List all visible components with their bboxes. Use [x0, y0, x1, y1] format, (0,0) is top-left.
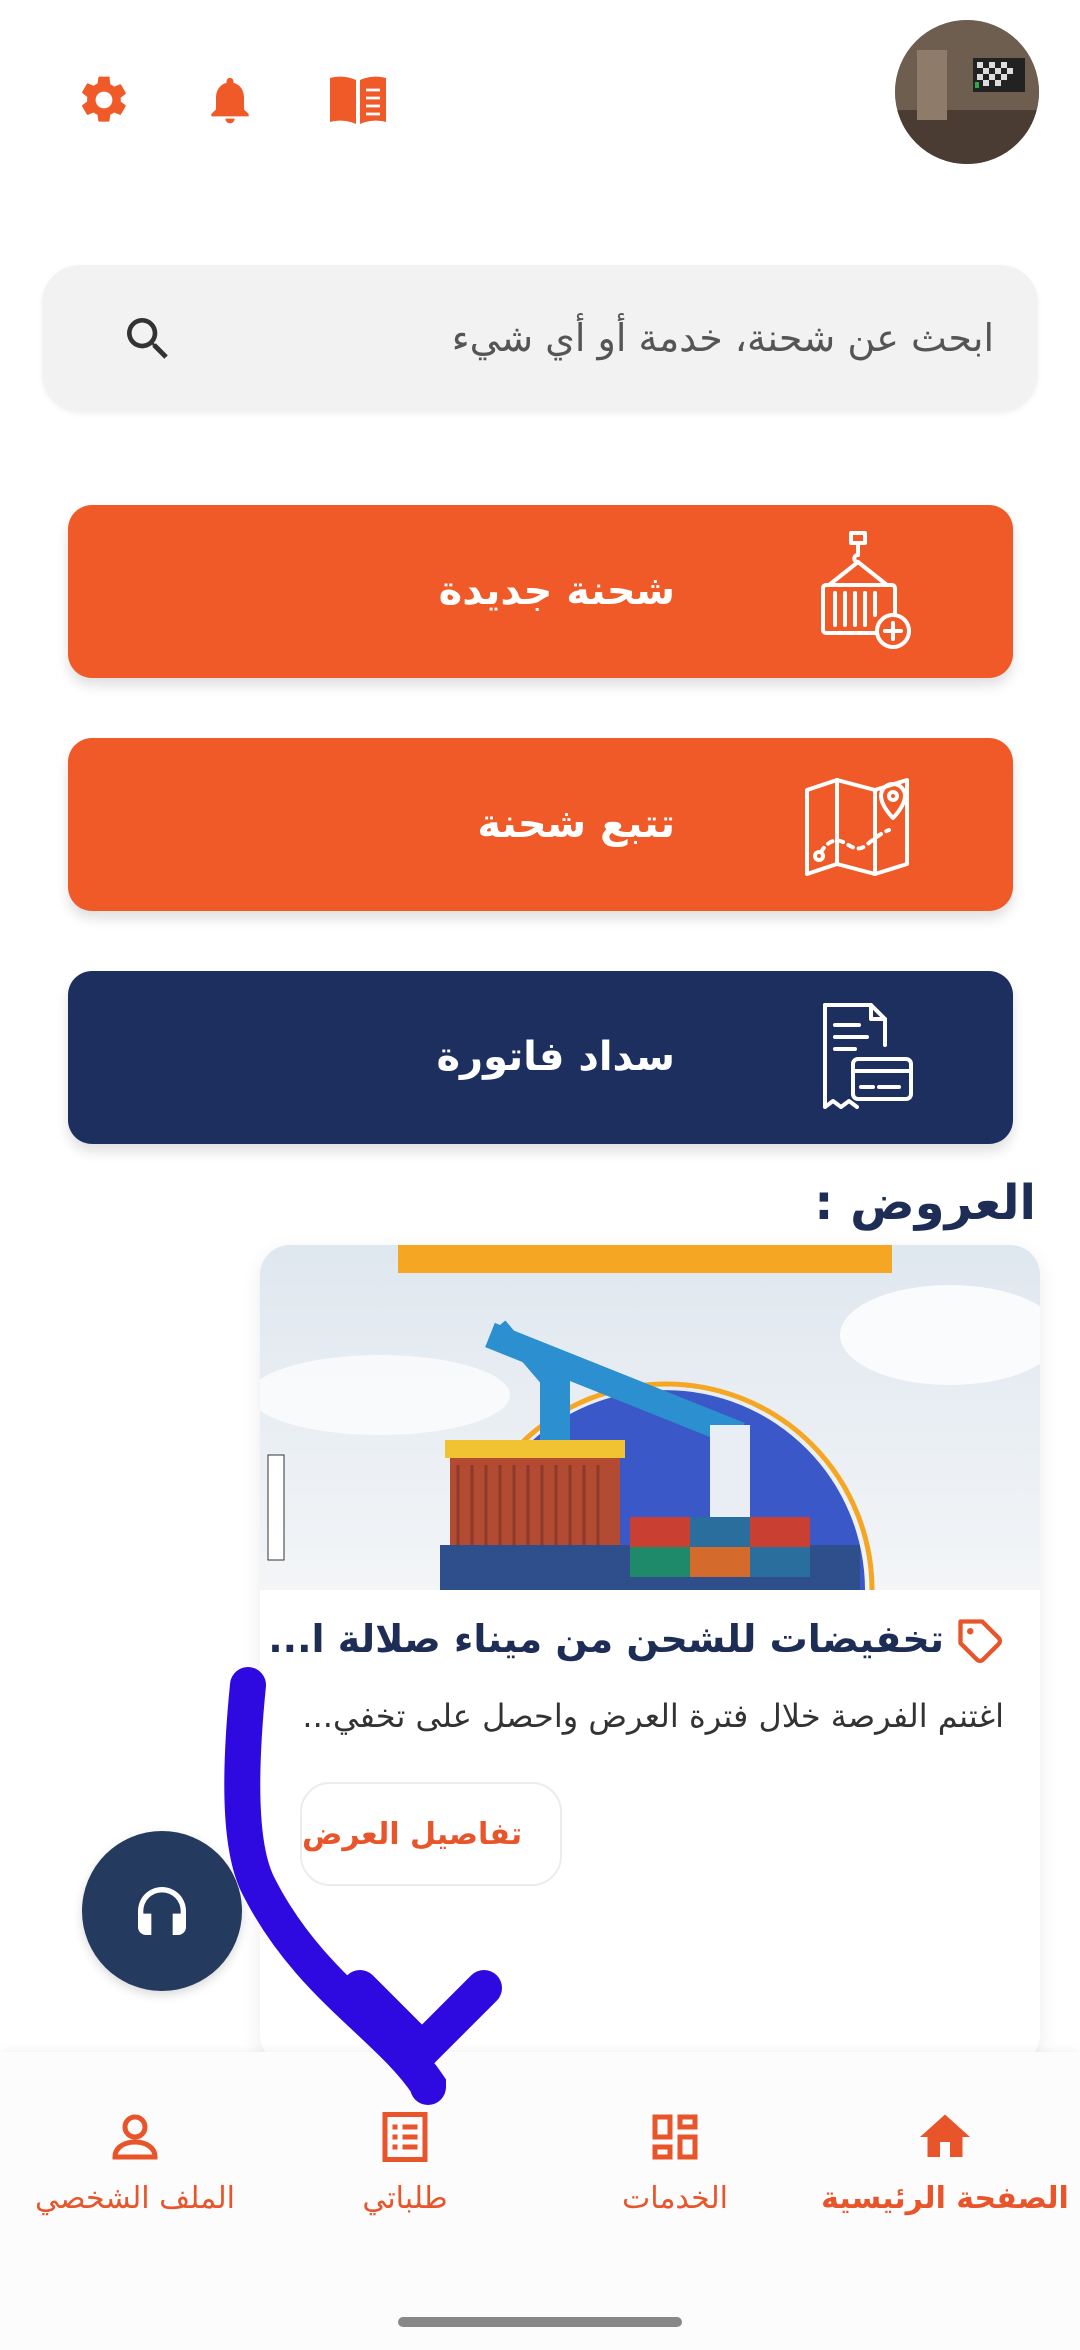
container-crane-icon: [821, 531, 911, 649]
avatar[interactable]: [895, 20, 1039, 164]
map-pin-icon: [805, 778, 909, 876]
pay-invoice-label: سداد فاتورة: [436, 1034, 675, 1080]
offer-image-port-crane: [260, 1245, 1040, 1590]
offer-details-button[interactable]: تفاصيل العرض: [300, 1782, 562, 1886]
track-shipment-label: تتبع شحنة: [477, 801, 675, 847]
bottom-nav: الصفحة الرئيسية الخدمات طلباتي الملف الش…: [0, 2052, 1080, 2350]
search-icon: [127, 318, 168, 359]
offer-description: اغتنم الفرصة خلال فترة العرض واحصل على ت…: [302, 1697, 1004, 1735]
nav-item-profile[interactable]: الملف الشخصي: [0, 2107, 270, 2247]
nav-label-home: الصفحة الرئيسية: [821, 2181, 1069, 2216]
search-input[interactable]: ابحث عن شحنة، خدمة أو أي شيء: [452, 265, 994, 412]
nav-label-profile: الملف الشخصي: [35, 2181, 235, 2216]
invoice-card-icon: [823, 1003, 913, 1109]
new-shipment-label: شحنة جديدة: [438, 568, 675, 614]
grid-icon: [652, 2114, 698, 2160]
nav-item-services[interactable]: الخدمات: [540, 2107, 810, 2247]
nav-item-my-orders[interactable]: طلباتي: [270, 2107, 540, 2247]
gear-icon: [82, 76, 126, 122]
tag-icon: [958, 1619, 1002, 1663]
pay-invoice-button[interactable]: سداد فاتورة: [68, 971, 1013, 1144]
bell-icon: [211, 77, 249, 124]
search-bar[interactable]: ابحث عن شحنة، خدمة أو أي شيء: [42, 265, 1038, 412]
offer-card[interactable]: تخفيضات للشحن من ميناء صلالة ا... اغتنم …: [260, 1245, 1040, 2065]
guide-button[interactable]: [322, 68, 394, 132]
nav-item-home[interactable]: الصفحة الرئيسية: [810, 2107, 1080, 2247]
list-icon: [382, 2112, 428, 2162]
headset-icon: [138, 1887, 186, 1935]
track-shipment-button[interactable]: تتبع شحنة: [68, 738, 1013, 911]
new-shipment-button[interactable]: شحنة جديدة: [68, 505, 1013, 678]
home-icon: [920, 2114, 970, 2157]
offer-title: تخفيضات للشحن من ميناء صلالة ا...: [268, 1617, 944, 1661]
avatar-image: [895, 20, 1039, 164]
home-indicator: [398, 2317, 682, 2327]
nav-label-services: الخدمات: [621, 2181, 729, 2216]
offers-section-title: العروض :: [814, 1175, 1036, 1231]
person-icon: [112, 2114, 158, 2160]
settings-button[interactable]: [72, 68, 136, 132]
support-button[interactable]: [82, 1831, 242, 1991]
nav-label-my-orders: طلباتي: [362, 2181, 448, 2216]
book-icon: [330, 76, 386, 124]
notifications-button[interactable]: [198, 68, 262, 132]
